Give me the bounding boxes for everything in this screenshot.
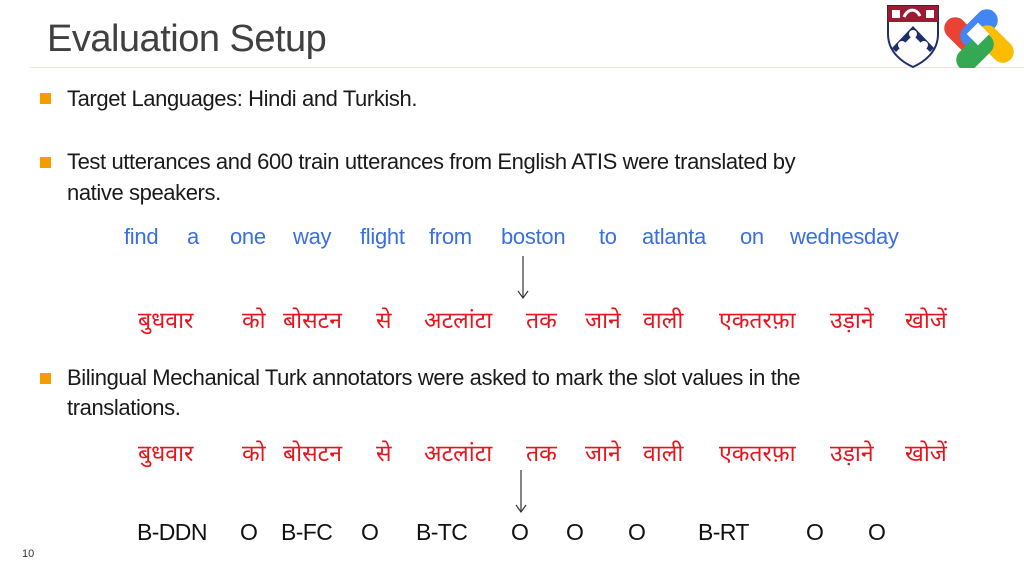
hindi-word: बोसटन <box>283 308 342 334</box>
slot-tag: O <box>566 519 584 545</box>
bullet-marker <box>40 373 51 384</box>
logos <box>886 4 1016 71</box>
hindi-word: वाली <box>643 308 684 334</box>
bullet-text-continued: translations. <box>67 395 181 420</box>
bullet-marker <box>40 157 51 168</box>
hindi-word: बुधवार <box>138 441 194 467</box>
hindi-word: बोसटन <box>283 441 342 467</box>
english-word: on <box>740 224 764 249</box>
slot-tag: O <box>240 519 258 545</box>
slot-tag: O <box>806 519 824 545</box>
down-arrow-icon <box>517 256 529 300</box>
hindi-word: अटलांटा <box>424 441 493 467</box>
english-word: flight <box>360 224 405 249</box>
down-arrow-icon <box>515 470 527 514</box>
bullet-marker <box>40 93 51 104</box>
english-word: way <box>293 224 332 249</box>
slot-tag: O <box>628 519 646 545</box>
hindi-word: उड़ाने <box>830 441 874 467</box>
hindi-word: तक <box>526 308 557 334</box>
english-word: a <box>187 224 199 249</box>
hindi-word: से <box>376 441 392 467</box>
hindi-word: वाली <box>643 441 684 467</box>
hindi-word: खोजें <box>905 441 947 467</box>
slot-tag: B-TC <box>416 519 468 545</box>
slot-tag: O <box>868 519 886 545</box>
slot-tag: B-FC <box>281 519 333 545</box>
english-word: wednesday <box>790 224 899 249</box>
hindi-word: एकतरफ़ा <box>719 308 796 334</box>
google-ai-logo <box>944 9 1014 71</box>
hindi-word: को <box>242 441 266 467</box>
hindi-word: खोजें <box>905 308 947 334</box>
page-number: 10 <box>22 548 35 560</box>
hindi-word: उड़ाने <box>830 308 874 334</box>
english-word: one <box>230 224 266 249</box>
slot-tag: B-DDN <box>137 519 207 545</box>
slot-tag: B-RT <box>698 519 749 545</box>
hindi-word: जाने <box>585 441 621 467</box>
english-word: to <box>599 224 617 249</box>
slot-tag: O <box>511 519 529 545</box>
bullet-text: Target Languages: Hindi and Turkish. <box>67 86 418 111</box>
bullet-text-continued: native speakers. <box>67 180 221 205</box>
penn-shield-logo <box>887 5 939 69</box>
english-word: boston <box>501 224 566 249</box>
hindi-word: बुधवार <box>138 308 194 334</box>
slide-title: Evaluation Setup <box>47 18 327 60</box>
title-divider <box>30 67 1024 68</box>
hindi-word: से <box>376 308 392 334</box>
hindi-word: तक <box>526 441 557 467</box>
english-word: atlanta <box>642 224 706 249</box>
hindi-word: अटलांटा <box>424 308 493 334</box>
bullet-text: Test utterances and 600 train utterances… <box>67 149 796 174</box>
slot-tag: O <box>361 519 379 545</box>
english-word: from <box>429 224 472 249</box>
hindi-word: को <box>242 308 266 334</box>
bullet-text: Bilingual Mechanical Turk annotators wer… <box>67 365 801 390</box>
hindi-word: जाने <box>585 308 621 334</box>
hindi-word: एकतरफ़ा <box>719 441 796 467</box>
english-word: find <box>124 224 159 249</box>
